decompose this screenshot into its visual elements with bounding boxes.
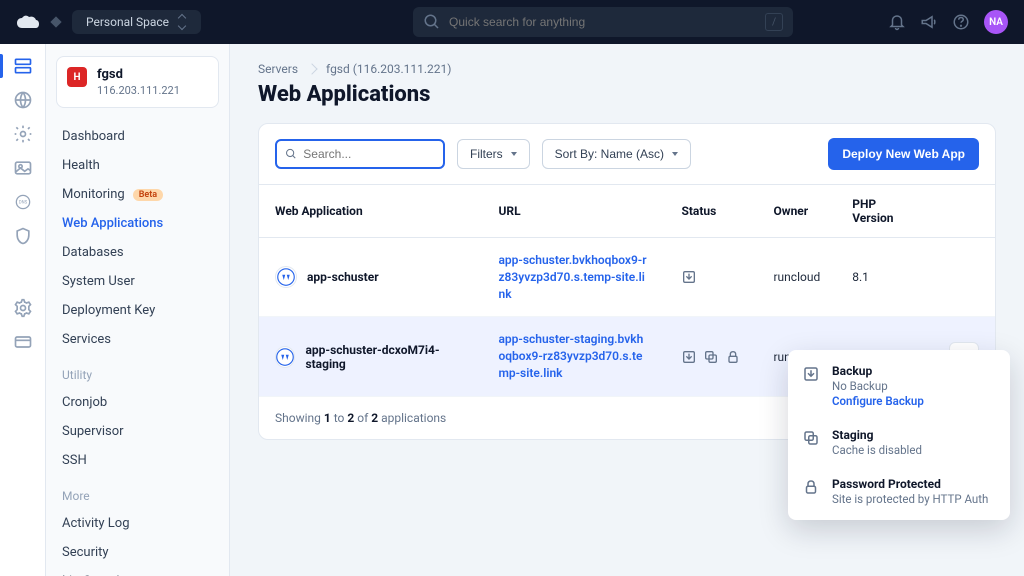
wordpress-icon <box>275 346 295 368</box>
chevron-right-icon <box>306 63 317 74</box>
column-header: Owner <box>757 185 836 238</box>
nav-item-activity-log[interactable]: Activity Log <box>56 509 219 538</box>
wordpress-icon <box>275 266 297 288</box>
server-card[interactable]: H fgsd 116.203.111.221 <box>56 56 219 108</box>
server-name: fgsd <box>97 67 180 82</box>
server-provider-badge: H <box>67 67 87 87</box>
nav-item-monitoring[interactable]: MonitoringBeta <box>56 180 219 209</box>
chevron-updown-icon <box>177 17 187 27</box>
app-name: app-schuster <box>307 270 379 284</box>
status-icon <box>681 269 697 285</box>
nav-item-deployment-key[interactable]: Deployment Key <box>56 296 219 325</box>
lock-icon <box>802 478 820 496</box>
nav-item-system-user[interactable]: System User <box>56 267 219 296</box>
php-cell: 8.1 <box>836 238 933 317</box>
rail-dns-icon[interactable]: DNS <box>13 192 33 212</box>
megaphone-icon[interactable] <box>920 13 938 31</box>
page-title: Web Applications <box>258 82 996 107</box>
sort-button[interactable]: Sort By: Name (Asc) <box>542 139 691 169</box>
rail-servers-icon[interactable] <box>13 56 33 76</box>
help-icon[interactable] <box>952 13 970 31</box>
column-header <box>933 185 995 238</box>
popover-sub: No Backup <box>832 379 924 393</box>
nav-item-security[interactable]: Security <box>56 538 219 567</box>
breadcrumb: Servers fgsd (116.203.111.221) <box>258 62 996 76</box>
nav-item-supervisor[interactable]: Supervisor <box>56 417 219 446</box>
table-row[interactable]: app-schuster app-schuster.bvkhoqbox9-rz83… <box>259 238 995 317</box>
status-icon <box>681 349 697 365</box>
status-icons <box>681 269 741 285</box>
nav-item-litespeed[interactable]: LiteSpeed <box>56 567 219 576</box>
column-header: Status <box>665 185 757 238</box>
nav-item-health[interactable]: Health <box>56 151 219 180</box>
breadcrumb-item: fgsd (116.203.111.221) <box>326 62 451 76</box>
search-icon <box>285 147 297 161</box>
staging-icon <box>802 429 820 447</box>
nav-item-web-applications[interactable]: Web Applications <box>56 209 219 238</box>
nav-heading-more: More <box>56 475 219 509</box>
breadcrumb-item[interactable]: Servers <box>258 62 298 76</box>
deploy-button[interactable]: Deploy New Web App <box>828 138 979 170</box>
nav-item-databases[interactable]: Databases <box>56 238 219 267</box>
apps-search[interactable] <box>275 139 445 169</box>
beta-badge: Beta <box>133 189 163 201</box>
space-label: Personal Space <box>86 15 169 29</box>
rail-shield-icon[interactable] <box>13 226 33 246</box>
popover-sub: Cache is disabled <box>832 443 922 457</box>
popover-title: Backup <box>832 364 924 378</box>
nav-item-ssh[interactable]: SSH <box>56 446 219 475</box>
rail-card-icon[interactable] <box>13 332 33 352</box>
rail-gear-icon[interactable] <box>13 124 33 144</box>
status-icons <box>681 349 741 365</box>
rail-image-icon[interactable] <box>13 158 33 178</box>
chevron-down-icon <box>672 152 678 156</box>
column-header: URL <box>482 185 665 238</box>
nav-heading-utility: Utility <box>56 354 219 388</box>
nav-item-cronjob[interactable]: Cronjob <box>56 388 219 417</box>
status-icon <box>703 349 719 365</box>
app-url-link[interactable]: app-schuster-staging.bvkhoqbox9-rz83yvzp… <box>498 331 649 381</box>
avatar[interactable]: NA <box>984 10 1008 34</box>
popover-title: Password Protected <box>832 477 988 491</box>
rail-settings-icon[interactable] <box>13 298 33 318</box>
global-search[interactable]: / <box>413 7 793 37</box>
filters-button[interactable]: Filters <box>457 139 530 169</box>
diamond-icon <box>50 16 61 27</box>
status-popover: Backup No Backup Configure Backup Stagin… <box>788 350 1010 520</box>
icon-rail: DNS <box>0 44 46 576</box>
sidebar: H fgsd 116.203.111.221 DashboardHealthMo… <box>46 44 230 576</box>
configure-backup-link[interactable]: Configure Backup <box>832 394 924 408</box>
global-search-input[interactable] <box>449 15 757 29</box>
popover-sub: Site is protected by HTTP Auth <box>832 492 988 506</box>
column-header: Web Application <box>259 185 482 238</box>
column-header: PHP Version <box>836 185 933 238</box>
app-name: app-schuster-dcxoM7i4-staging <box>305 343 466 371</box>
popover-title: Staging <box>832 428 922 442</box>
search-icon <box>423 13 441 31</box>
server-ip: 116.203.111.221 <box>97 84 180 97</box>
nav-item-services[interactable]: Services <box>56 325 219 354</box>
app-url-link[interactable]: app-schuster.bvkhoqbox9-rz83yvzp3d70.s.t… <box>498 252 649 302</box>
logo-icon <box>16 15 40 29</box>
bell-icon[interactable] <box>888 13 906 31</box>
rail-globe-icon[interactable] <box>13 90 33 110</box>
backup-icon <box>802 365 820 383</box>
svg-text:DNS: DNS <box>18 201 27 206</box>
space-selector[interactable]: Personal Space <box>72 10 201 34</box>
apps-search-input[interactable] <box>303 147 435 161</box>
status-icon <box>725 349 741 365</box>
search-key-hint: / <box>765 13 783 31</box>
chevron-down-icon <box>511 152 517 156</box>
owner-cell: runcloud <box>757 238 836 317</box>
nav-item-dashboard[interactable]: Dashboard <box>56 122 219 151</box>
